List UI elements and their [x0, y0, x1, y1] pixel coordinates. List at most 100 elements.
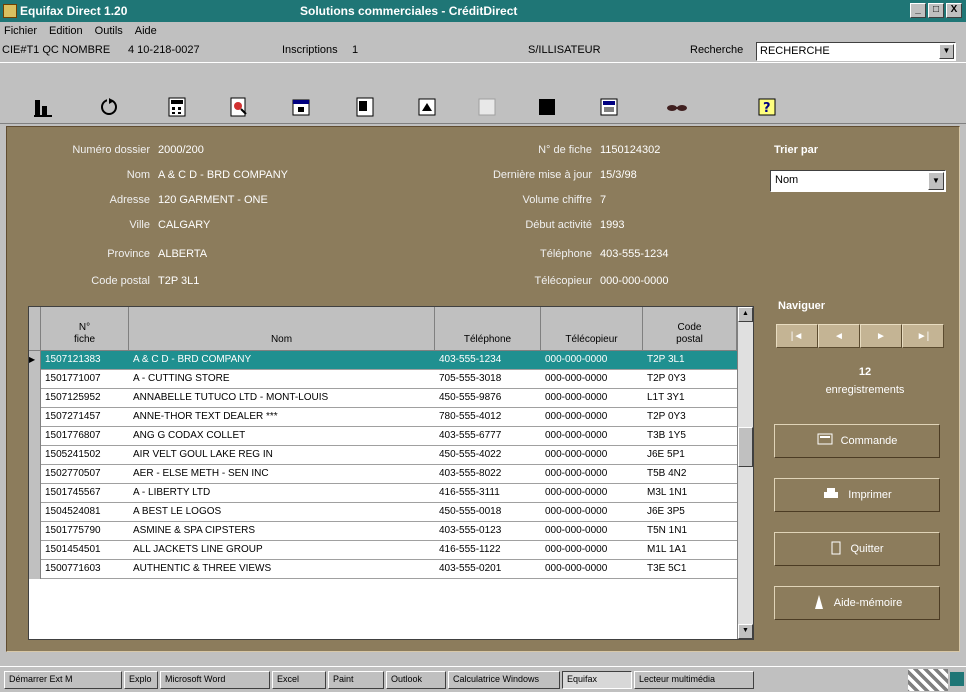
command-button[interactable]: Commande: [774, 424, 940, 458]
taskbar-item[interactable]: Calculatrice Windows: [448, 671, 560, 689]
scroll-up-icon[interactable]: ▲: [738, 307, 753, 322]
table-row[interactable]: 1507125952 ANNABELLE TUTUCO LTD - MONT-LO…: [41, 389, 737, 408]
table-row[interactable]: 1504524081 A BEST LE LOGOS 450-555-0018 000…: [41, 503, 737, 522]
table-scrollbar[interactable]: ▲ ▼: [737, 307, 753, 639]
help-icon[interactable]: ?: [754, 95, 780, 119]
taskbar-item[interactable]: Paint: [328, 671, 384, 689]
cell-no: 1505241502: [45, 449, 101, 460]
stop-icon[interactable]: [534, 95, 560, 119]
table-row[interactable]: 1507121383 A & C D - BRD COMPANY 403-555-1…: [41, 351, 737, 370]
record-count-label: enregistrements: [825, 384, 905, 396]
calendar-icon[interactable]: [288, 95, 314, 119]
column-postal[interactable]: Code postal: [643, 307, 737, 351]
search-document-icon[interactable]: [226, 95, 252, 119]
row-selector[interactable]: [29, 503, 41, 522]
sort-select[interactable]: Nom ▼: [770, 170, 946, 192]
taskbar-item[interactable]: Equifax: [562, 671, 632, 689]
table-row[interactable]: 1501745567 A - LIBERTY LTD 416-555-3111 000…: [41, 484, 737, 503]
nav-prev-button[interactable]: ◄: [818, 324, 860, 348]
chevron-down-icon[interactable]: ▼: [928, 172, 944, 190]
table-row[interactable]: 1501771007 A - CUTTING STORE 705-555-3018 0…: [41, 370, 737, 389]
row-selector[interactable]: [29, 522, 41, 541]
taskbar-item[interactable]: Démarrer Ext M: [4, 671, 122, 689]
minimize-button[interactable]: _: [910, 3, 926, 18]
menu-help[interactable]: Aide: [135, 25, 157, 37]
report-icon[interactable]: [30, 95, 56, 119]
row-selector[interactable]: [29, 484, 41, 503]
row-selector[interactable]: [29, 389, 41, 408]
cell-no: 1501771007: [45, 373, 101, 384]
menu-file[interactable]: Fichier: [4, 25, 37, 37]
row-selector[interactable]: [29, 446, 41, 465]
memo-button-label: Aide-mémoire: [833, 597, 903, 609]
window-icon[interactable]: [596, 95, 622, 119]
taskbar-item[interactable]: Lecteur multimédia: [634, 671, 754, 689]
refresh-icon[interactable]: [96, 95, 122, 119]
table-row[interactable]: 1501454501 ALL JACKETS LINE GROUP 416-555-…: [41, 541, 737, 560]
table-row[interactable]: 1502770507 AER - ELSE METH - SEN INC 403-5…: [41, 465, 737, 484]
cell-postal: T3E 5C1: [647, 563, 687, 574]
menu-edit[interactable]: Edition: [49, 25, 83, 37]
tray-icon[interactable]: [950, 672, 964, 686]
label-address: Adresse: [109, 194, 150, 206]
value-postal: T2P 3L1: [158, 275, 200, 287]
cell-phone: 403-555-0201: [439, 563, 502, 574]
scroll-thumb[interactable]: [738, 427, 753, 467]
taskbar-item[interactable]: Excel: [272, 671, 326, 689]
maximize-button[interactable]: □: [928, 3, 944, 18]
table-row[interactable]: 1505241502 AIR VELT GOUL LAKE REG IN 450-5…: [41, 446, 737, 465]
sort-value: Nom: [775, 174, 799, 186]
quit-button[interactable]: Quitter: [774, 532, 940, 566]
row-selector[interactable]: [29, 541, 41, 560]
cell-no: 1507271457: [45, 411, 101, 422]
taskbar-item[interactable]: Microsoft Word: [160, 671, 270, 689]
row-selector[interactable]: [29, 408, 41, 427]
quit-button-label: Quitter: [850, 543, 884, 555]
row-selector[interactable]: [29, 427, 41, 446]
nav-last-button[interactable]: ►|: [902, 324, 944, 348]
column-fax[interactable]: Télécopieur: [541, 307, 643, 351]
cell-no: 1501775790: [45, 525, 101, 536]
nav-first-button[interactable]: |◄: [776, 324, 818, 348]
title-bar[interactable]: Equifax Direct 1.20 Solutions commercial…: [0, 0, 966, 22]
label-last-update: Dernière mise à jour: [492, 169, 592, 181]
cell-postal: T2P 0Y3: [647, 411, 686, 422]
print-icon[interactable]: [414, 95, 440, 119]
memo-button[interactable]: Aide-mémoire: [774, 586, 940, 620]
menu-tools[interactable]: Outils: [95, 25, 123, 37]
app-icon[interactable]: [3, 4, 17, 18]
print-button[interactable]: Imprimer: [774, 478, 940, 512]
column-name[interactable]: Nom: [129, 307, 435, 351]
taskbar-item[interactable]: Explo: [124, 671, 158, 689]
table-row[interactable]: 1501776807 ANG G CODAX COLLET 403-555-6777…: [41, 427, 737, 446]
row-selector[interactable]: [29, 465, 41, 484]
scroll-down-icon[interactable]: ▼: [738, 624, 753, 639]
cell-postal: L1T 3Y1: [647, 392, 685, 403]
taskbar-item[interactable]: Outlook: [386, 671, 446, 689]
cell-phone: 450-555-4022: [439, 449, 502, 460]
glasses-icon[interactable]: [664, 95, 690, 119]
cell-phone: 403-555-6777: [439, 430, 502, 441]
row-selector[interactable]: [29, 370, 41, 389]
close-button[interactable]: X: [946, 3, 962, 18]
form-icon[interactable]: [352, 95, 378, 119]
cell-fax: 000-000-0000: [545, 563, 608, 574]
column-phone[interactable]: Téléphone: [435, 307, 541, 351]
row-selector[interactable]: ▶: [29, 351, 41, 370]
table-row[interactable]: 1500771603 AUTHENTIC & THREE VIEWS 403-555…: [41, 560, 737, 579]
nav-next-button[interactable]: ►: [860, 324, 902, 348]
cell-no: 1500771603: [45, 563, 101, 574]
calculator-icon[interactable]: [164, 95, 190, 119]
cell-no: 1504524081: [45, 506, 101, 517]
table-row[interactable]: 1507271457 ANNE-THOR TEXT DEALER *** 780-5…: [41, 408, 737, 427]
blank-icon[interactable]: [474, 95, 500, 119]
table-row[interactable]: 1501775790 ASMINE & SPA CIPSTERS 403-555-0…: [41, 522, 737, 541]
window-subtitle: Solutions commerciales - CréditDirect: [300, 4, 518, 18]
search-type-select[interactable]: RECHERCHE ▼: [756, 42, 956, 61]
column-file-no[interactable]: N° fiche: [41, 307, 129, 351]
chevron-down-icon[interactable]: ▼: [939, 44, 954, 59]
label-established: Début activité: [525, 219, 592, 231]
sort-title: Trier par: [774, 144, 819, 156]
cell-postal: T5N 1N1: [647, 525, 688, 536]
row-selector[interactable]: [29, 560, 41, 579]
